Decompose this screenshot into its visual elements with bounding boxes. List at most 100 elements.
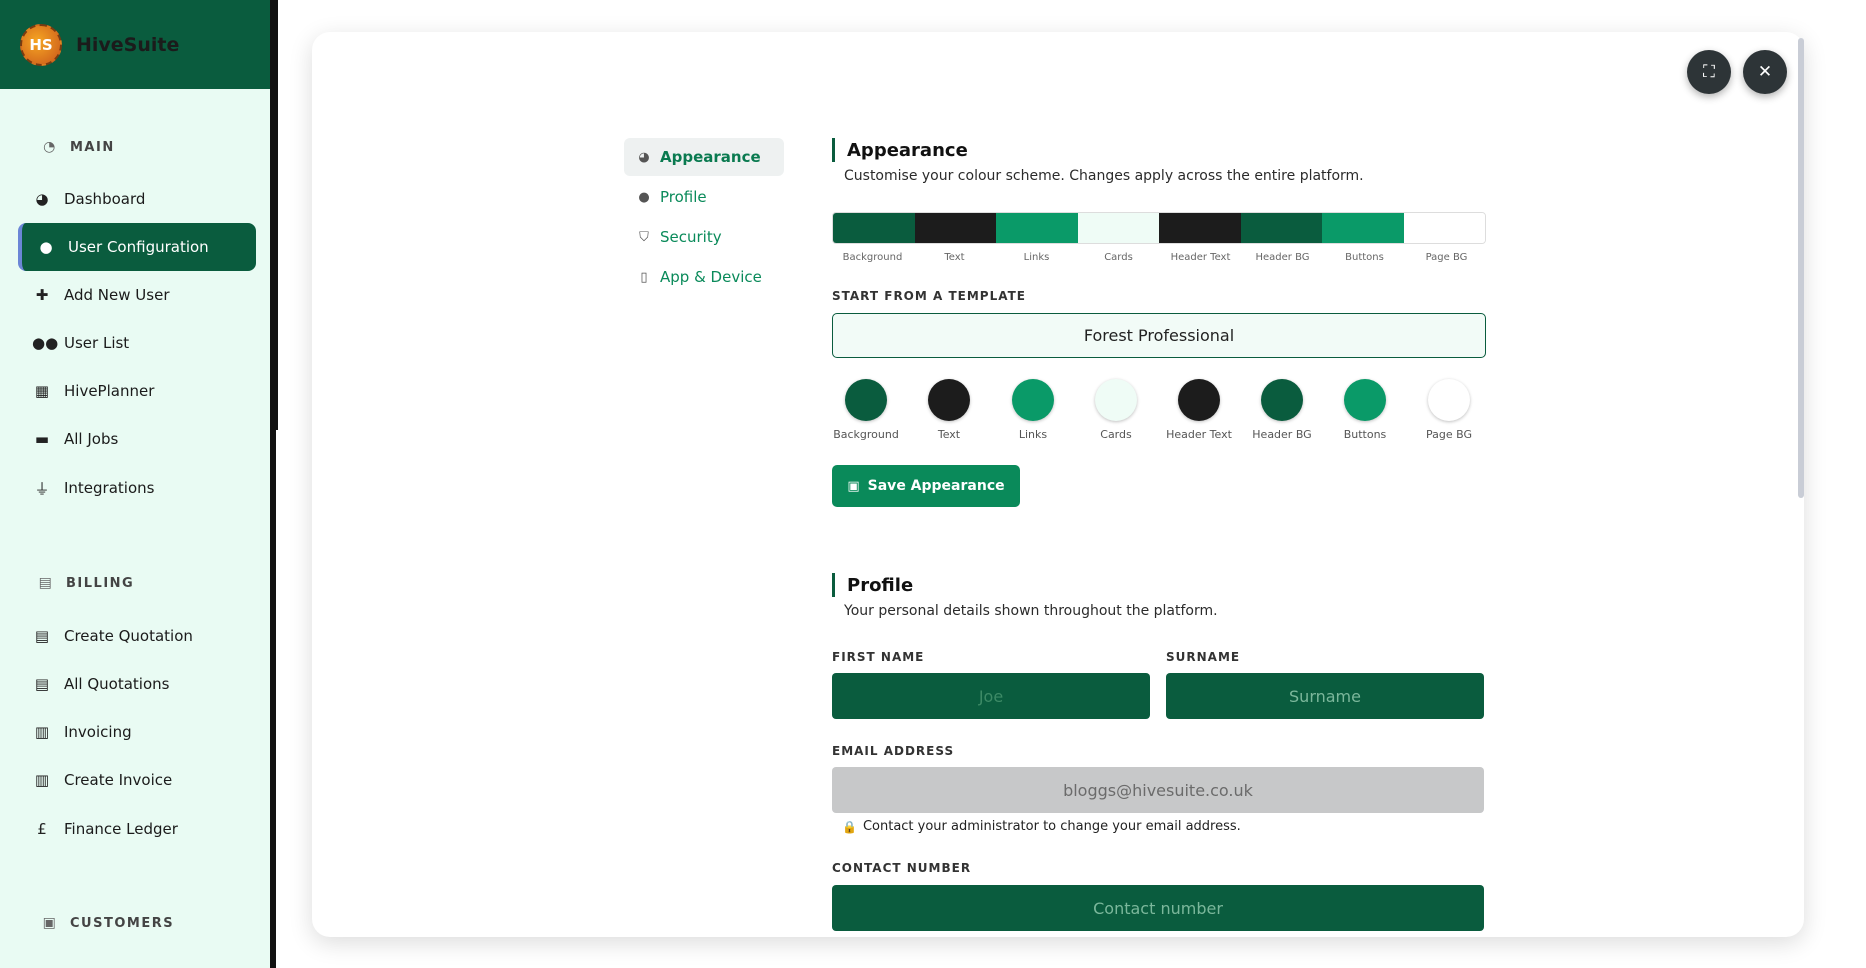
strip-page-bg (1403, 213, 1485, 243)
sidebar-scrollbar[interactable] (272, 0, 278, 430)
swatch-label: Header Text (1166, 428, 1232, 441)
email-field: bloggs@hivesuite.co.uk (832, 767, 1484, 813)
sidebar-item-hiveplanner[interactable]: ▦ HivePlanner (18, 367, 256, 415)
calendar-icon: ▦ (34, 382, 50, 400)
settings-tab-label: Appearance (660, 148, 761, 166)
settings-tab-profile[interactable]: ● Profile (624, 178, 784, 216)
sidebar-item-label: User Configuration (68, 238, 209, 256)
user-icon: ● (39, 238, 53, 256)
users-icon: ●● (32, 334, 59, 352)
close-button[interactable]: ✕ (1743, 50, 1787, 94)
brand-name[interactable]: HiveSuite (76, 34, 179, 56)
email-note-text: Contact your administrator to change you… (862, 819, 1241, 834)
first-name-field[interactable]: Joe (832, 673, 1150, 719)
strip-links (996, 213, 1078, 243)
save-appearance-button[interactable]: ▣ Save Appearance (832, 465, 1020, 507)
strip-label: Buttons (1345, 252, 1384, 263)
sidebar: HS HiveSuite ◔ MAIN ◕ Dashboard ● User C… (0, 0, 276, 968)
template-select[interactable]: Forest Professional (832, 313, 1486, 358)
template-label: START FROM A TEMPLATE (832, 289, 1026, 303)
strip-label: Page BG (1425, 252, 1468, 263)
document-icon: ▤ (38, 575, 54, 591)
swatch-label: Buttons (1343, 428, 1387, 441)
floppy-disk-icon: ▣ (847, 478, 860, 494)
fullscreen-button[interactable]: ⛶ (1687, 50, 1731, 94)
strip-label: Header Text (1170, 252, 1231, 263)
settings-tab-label: Security (660, 228, 722, 246)
sidebar-item-create-quotation[interactable]: ▤ Create Quotation (18, 612, 256, 660)
colour-swatch-cards[interactable] (1095, 379, 1137, 421)
colour-swatch-header-bg[interactable] (1261, 379, 1303, 421)
surname-label: SURNAME (1166, 650, 1241, 664)
sidebar-item-label: User List (64, 334, 130, 352)
sidebar-item-label: Finance Ledger (64, 820, 178, 838)
sidebar-item-create-invoice[interactable]: ▥ Create Invoice (18, 756, 256, 804)
swatch-label: Cards (1100, 428, 1132, 441)
strip-label: Cards (1104, 252, 1133, 263)
sidebar-item-label: Invoicing (64, 723, 132, 741)
user-icon: ● (638, 189, 650, 205)
colour-swatch-text[interactable] (928, 379, 970, 421)
dashboard-icon: ◕ (35, 190, 49, 208)
colour-swatch-header-text[interactable] (1178, 379, 1220, 421)
sidebar-item-integrations[interactable]: ⏚ Integrations (18, 464, 256, 512)
close-icon: ✕ (1757, 62, 1773, 82)
settings-tab-label: Profile (660, 188, 707, 206)
user-plus-icon: ✚ (35, 286, 49, 304)
brand-header: HS HiveSuite (0, 0, 270, 89)
section-billing-label: BILLING (66, 575, 135, 591)
section-customers-label: CUSTOMERS (70, 915, 175, 931)
strip-header-text (1159, 213, 1241, 243)
sidebar-item-label: HivePlanner (64, 382, 155, 400)
sidebar-item-user-configuration[interactable]: ● User Configuration (18, 223, 256, 271)
sidebar-item-all-jobs[interactable]: ▬ All Jobs (18, 415, 256, 463)
sidebar-item-label: Create Invoice (64, 771, 173, 789)
profile-title: Profile (847, 574, 914, 596)
heading-accent-bar (832, 138, 835, 162)
sidebar-item-add-new-user[interactable]: ✚ Add New User (18, 271, 256, 319)
first-name-label: FIRST NAME (832, 650, 925, 664)
settings-tab-appearance[interactable]: ◕ Appearance (624, 138, 784, 176)
strip-text (914, 213, 996, 243)
sidebar-item-label: Integrations (64, 479, 155, 497)
sidebar-item-dashboard[interactable]: ◕ Dashboard (18, 175, 256, 223)
invoice-icon: ▥ (34, 723, 50, 741)
strip-label: Links (1023, 252, 1050, 263)
surname-field[interactable]: Surname (1166, 673, 1484, 719)
sidebar-item-all-quotations[interactable]: ▤ All Quotations (18, 660, 256, 708)
hivesuite-logo[interactable]: HS (20, 23, 62, 66)
profile-heading: Profile (832, 573, 913, 597)
email-label: EMAIL ADDRESS (832, 744, 955, 758)
modal-scrollbar[interactable] (1798, 38, 1804, 498)
invoice-icon: ▥ (34, 771, 50, 789)
contact-number-label: CONTACT NUMBER (832, 861, 972, 875)
sidebar-item-finance-ledger[interactable]: £ Finance Ledger (18, 805, 256, 853)
briefcase-icon: ▬ (34, 430, 50, 448)
lock-icon: 🔒 (842, 819, 857, 834)
sidebar-item-label: All Jobs (64, 430, 119, 448)
strip-background (833, 213, 915, 243)
pound-icon: £ (37, 820, 47, 838)
settings-tab-app-device[interactable]: ▯ App & Device (624, 258, 784, 296)
swatch-label: Text (937, 428, 961, 441)
section-billing: ▤ BILLING (38, 575, 134, 591)
colour-swatch-links[interactable] (1012, 379, 1054, 421)
appearance-heading: Appearance (832, 138, 968, 162)
sidebar-item-label: Dashboard (64, 190, 146, 208)
section-main: ◔ MAIN (42, 139, 115, 155)
swatch-label: Header BG (1252, 428, 1312, 441)
sidebar-item-user-list[interactable]: ●● User List (18, 319, 256, 367)
expand-icon: ⛶ (1703, 62, 1715, 82)
profile-description: Your personal details shown throughout t… (844, 603, 1218, 619)
colour-swatch-page-bg[interactable] (1428, 379, 1470, 421)
colour-swatch-background[interactable] (845, 379, 887, 421)
shield-icon: ⛉ (639, 229, 649, 245)
swatch-label: Links (1018, 428, 1048, 441)
appearance-description: Customise your colour scheme. Changes ap… (844, 168, 1364, 184)
sidebar-item-label: Create Quotation (64, 627, 193, 645)
sidebar-item-invoicing[interactable]: ▥ Invoicing (18, 708, 256, 756)
strip-label: Header BG (1255, 252, 1310, 263)
colour-swatch-buttons[interactable] (1344, 379, 1386, 421)
contact-number-field[interactable]: Contact number (832, 885, 1484, 931)
settings-tab-security[interactable]: ⛉ Security (624, 218, 784, 256)
